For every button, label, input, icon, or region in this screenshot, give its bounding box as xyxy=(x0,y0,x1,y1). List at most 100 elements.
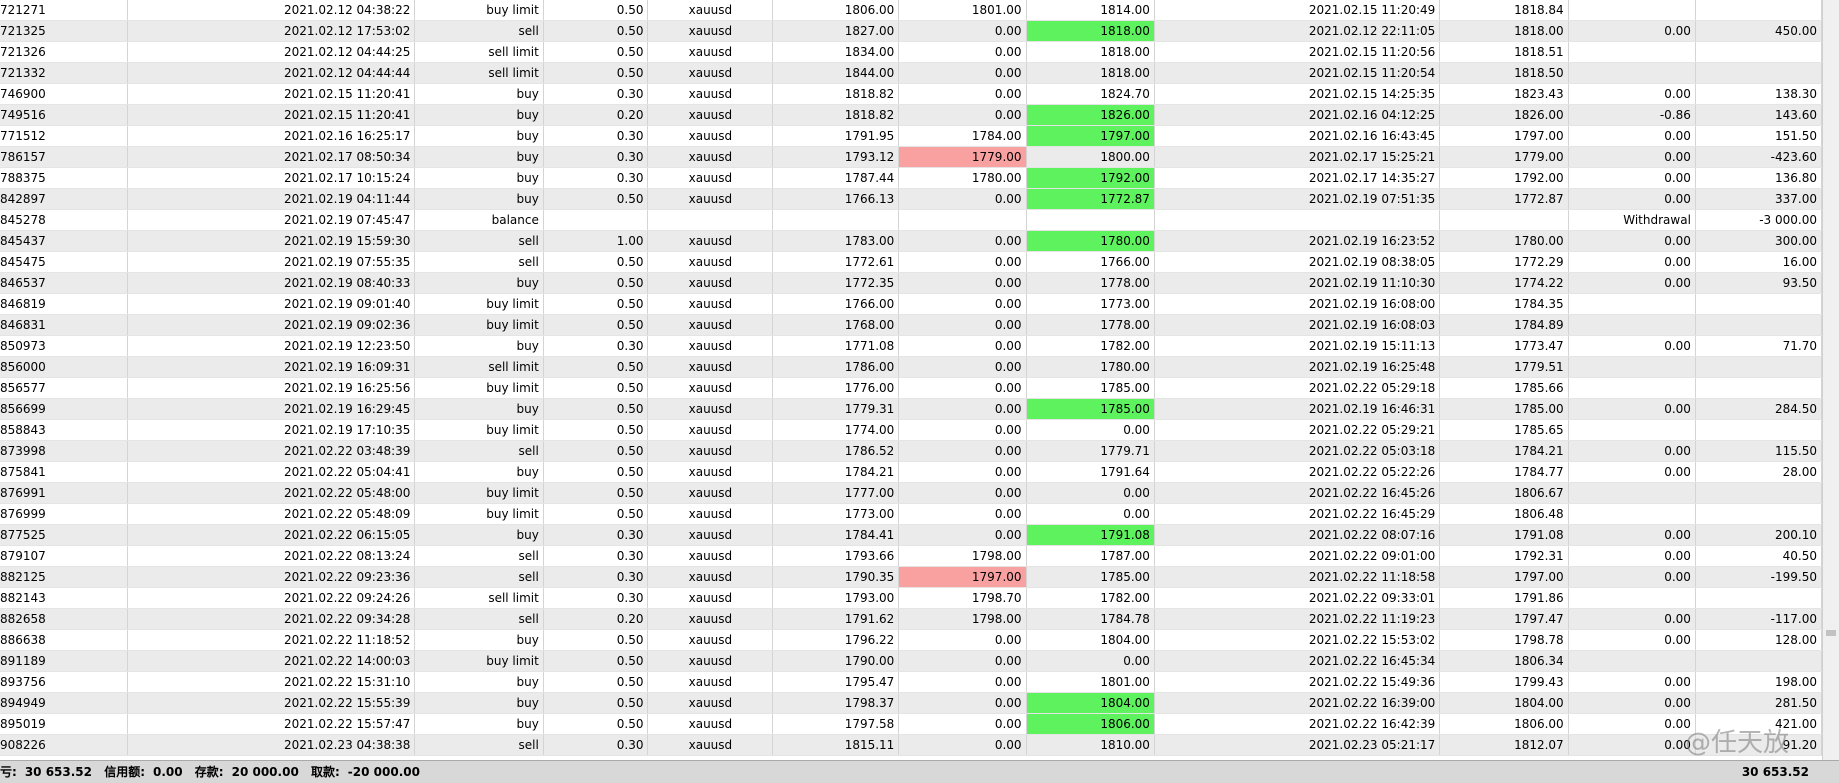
cell-close-time: 2021.02.22 08:07:16 xyxy=(1154,524,1441,546)
cell-type: sell xyxy=(414,734,544,756)
table-row[interactable]: 845437 2021.02.19 15:59:30 sell 1.00 xauusd 1… xyxy=(0,230,1822,252)
cell-close-time: 2021.02.17 14:35:27 xyxy=(1154,167,1441,189)
cell-open-price: 1798.37 xyxy=(772,692,900,714)
vertical-scrollbar[interactable] xyxy=(1822,0,1839,760)
cell-profit: 198.00 xyxy=(1695,671,1822,693)
cell-tp: 1787.00 xyxy=(1026,545,1155,567)
cell-symbol: xauusd xyxy=(647,272,774,294)
table-row[interactable]: 882143 2021.02.22 09:24:26 sell limit 0.30 x… xyxy=(0,587,1822,609)
cell-open-time: 2021.02.15 11:20:41 xyxy=(127,104,416,126)
cell-ticket: 873998 xyxy=(0,440,128,462)
table-row[interactable]: 771512 2021.02.16 16:25:17 buy 0.30 xauusd 17… xyxy=(0,125,1822,147)
cell-sl: 0.00 xyxy=(898,314,1027,336)
cell-volume: 0.50 xyxy=(543,692,649,714)
cell-type: sell xyxy=(414,440,544,462)
table-row[interactable]: 875841 2021.02.22 05:04:41 buy 0.50 xauusd 17… xyxy=(0,461,1822,483)
cell-open-time: 2021.02.22 09:34:28 xyxy=(127,608,416,630)
cell-open-price: 1776.00 xyxy=(772,377,900,399)
cell-open-time: 2021.02.22 05:48:00 xyxy=(127,482,416,504)
cell-commission: 0.00 xyxy=(1568,524,1696,546)
cell-close-price: 1818.50 xyxy=(1439,62,1569,84)
cell-open-time: 2021.02.19 16:29:45 xyxy=(127,398,416,420)
cell-sl: 0.00 xyxy=(898,671,1027,693)
table-row[interactable]: 846819 2021.02.19 09:01:40 buy limit 0.50 xa… xyxy=(0,293,1822,315)
cell-open-price: 1772.35 xyxy=(772,272,900,294)
cell-tp: 1801.00 xyxy=(1026,671,1155,693)
cell-type: sell xyxy=(414,566,544,588)
history-table: 721271 2021.02.12 04:38:22 buy limit 0.50 xa… xyxy=(0,0,1822,756)
table-row[interactable]: 721332 2021.02.12 04:44:44 sell limit 0.50 x… xyxy=(0,62,1822,84)
table-row[interactable]: 846537 2021.02.19 08:40:33 buy 0.50 xauusd 17… xyxy=(0,272,1822,294)
cell-symbol: xauusd xyxy=(647,608,774,630)
table-row[interactable]: 886638 2021.02.22 11:18:52 buy 0.50 xauusd 17… xyxy=(0,629,1822,651)
table-row[interactable]: 858843 2021.02.19 17:10:35 buy limit 0.50 xa… xyxy=(0,419,1822,441)
cell-tp: 1778.00 xyxy=(1026,314,1155,336)
table-row[interactable]: 877525 2021.02.22 06:15:05 buy 0.30 xauusd 17… xyxy=(0,524,1822,546)
cell-close-price: 1773.47 xyxy=(1439,335,1569,357)
cell-open-time: 2021.02.12 17:53:02 xyxy=(127,20,416,42)
table-row[interactable]: 856000 2021.02.19 16:09:31 sell limit 0.50 x… xyxy=(0,356,1822,378)
table-row[interactable]: 893756 2021.02.22 15:31:10 buy 0.50 xauusd 17… xyxy=(0,671,1822,693)
table-row[interactable]: 891189 2021.02.22 14:00:03 buy limit 0.50 xa… xyxy=(0,650,1822,672)
cell-sl: 0.00 xyxy=(898,524,1027,546)
table-row[interactable]: 882658 2021.02.22 09:34:28 sell 0.20 xauusd 1… xyxy=(0,608,1822,630)
cell-close-price: 1818.84 xyxy=(1439,0,1569,21)
table-row[interactable]: 788375 2021.02.17 10:15:24 buy 0.30 xauusd 17… xyxy=(0,167,1822,189)
cell-profit: 300.00 xyxy=(1695,230,1822,252)
table-row[interactable]: 876991 2021.02.22 05:48:00 buy limit 0.50 xa… xyxy=(0,482,1822,504)
cell-volume: 0.50 xyxy=(543,377,649,399)
table-row[interactable]: 850973 2021.02.19 12:23:50 buy 0.30 xauusd 17… xyxy=(0,335,1822,357)
table-row[interactable]: 856577 2021.02.19 16:25:56 buy limit 0.50 xa… xyxy=(0,377,1822,399)
cell-sl: 1798.70 xyxy=(898,587,1027,609)
cell-sl: 1801.00 xyxy=(898,0,1027,21)
cell-ticket: 846537 xyxy=(0,272,128,294)
cell-type: buy xyxy=(414,629,544,651)
table-row[interactable]: 882125 2021.02.22 09:23:36 sell 0.30 xauusd 1… xyxy=(0,566,1822,588)
table-row[interactable]: 786157 2021.02.17 08:50:34 buy 0.30 xauusd 17… xyxy=(0,146,1822,168)
table-row[interactable]: 856699 2021.02.19 16:29:45 buy 0.50 xauusd 17… xyxy=(0,398,1822,420)
cell-profit: 93.50 xyxy=(1695,272,1822,294)
table-row[interactable]: 721326 2021.02.12 04:44:25 sell limit 0.50 x… xyxy=(0,41,1822,63)
cell-type: sell limit xyxy=(414,62,544,84)
cell-sl: 0.00 xyxy=(898,713,1027,735)
table-row[interactable]: 845475 2021.02.19 07:55:35 sell 0.50 xauusd 1… xyxy=(0,251,1822,273)
cell-close-time: 2021.02.15 11:20:54 xyxy=(1154,62,1441,84)
table-row[interactable]: 908226 2021.02.23 04:38:38 sell 0.30 xauusd 1… xyxy=(0,734,1822,756)
table-row[interactable]: 895019 2021.02.22 15:57:47 buy 0.50 xauusd 17… xyxy=(0,713,1822,735)
cell-tp: 1782.00 xyxy=(1026,587,1155,609)
cell-close-time: 2021.02.22 09:01:00 xyxy=(1154,545,1441,567)
cell-open-time: 2021.02.22 15:55:39 xyxy=(127,692,416,714)
cell-close-price: 1772.29 xyxy=(1439,251,1569,273)
cell-profit xyxy=(1695,587,1822,609)
cell-sl: 0.00 xyxy=(898,20,1027,42)
cell-commission: 0.00 xyxy=(1568,146,1696,168)
table-row[interactable]: 873998 2021.02.22 03:48:39 sell 0.50 xauusd 1… xyxy=(0,440,1822,462)
table-row[interactable]: 721325 2021.02.12 17:53:02 sell 0.50 xauusd 1… xyxy=(0,20,1822,42)
cell-tp: 1814.00 xyxy=(1026,0,1155,21)
cell-volume: 0.50 xyxy=(543,482,649,504)
cell-sl: 0.00 xyxy=(898,41,1027,63)
table-row[interactable]: 894949 2021.02.22 15:55:39 buy 0.50 xauusd 17… xyxy=(0,692,1822,714)
table-row[interactable]: 721271 2021.02.12 04:38:22 buy limit 0.50 xa… xyxy=(0,0,1822,21)
table-row[interactable]: 879107 2021.02.22 08:13:24 sell 0.30 xauusd 1… xyxy=(0,545,1822,567)
cell-open-time: 2021.02.22 14:00:03 xyxy=(127,650,416,672)
cell-type: buy xyxy=(414,671,544,693)
cell-close-price: 1797.00 xyxy=(1439,125,1569,147)
table-row[interactable]: 845278 2021.02.19 07:45:47 balance Withdraw… xyxy=(0,209,1822,231)
table-row[interactable]: 749516 2021.02.15 11:20:41 buy 0.20 xauusd 18… xyxy=(0,104,1822,126)
cell-open-price: 1768.00 xyxy=(772,314,900,336)
table-row[interactable]: 746900 2021.02.15 11:20:41 buy 0.30 xauusd 18… xyxy=(0,83,1822,105)
cell-profit: 450.00 xyxy=(1695,20,1822,42)
scrollbar-thumb[interactable] xyxy=(1826,630,1836,636)
cell-open-time: 2021.02.19 15:59:30 xyxy=(127,230,416,252)
cell-sl: 0.00 xyxy=(898,356,1027,378)
cell-open-price: 1791.62 xyxy=(772,608,900,630)
cell-tp: 1778.00 xyxy=(1026,272,1155,294)
table-row[interactable]: 842897 2021.02.19 04:11:44 buy 0.50 xauusd 17… xyxy=(0,188,1822,210)
cell-ticket: 721332 xyxy=(0,62,128,84)
table-row[interactable]: 846831 2021.02.19 09:02:36 buy limit 0.50 xa… xyxy=(0,314,1822,336)
cell-volume: 0.50 xyxy=(543,41,649,63)
history-table-body: 721271 2021.02.12 04:38:22 buy limit 0.50 xa… xyxy=(0,0,1822,756)
table-row[interactable]: 876999 2021.02.22 05:48:09 buy limit 0.50 xa… xyxy=(0,503,1822,525)
cell-close-time: 2021.02.22 11:18:58 xyxy=(1154,566,1441,588)
